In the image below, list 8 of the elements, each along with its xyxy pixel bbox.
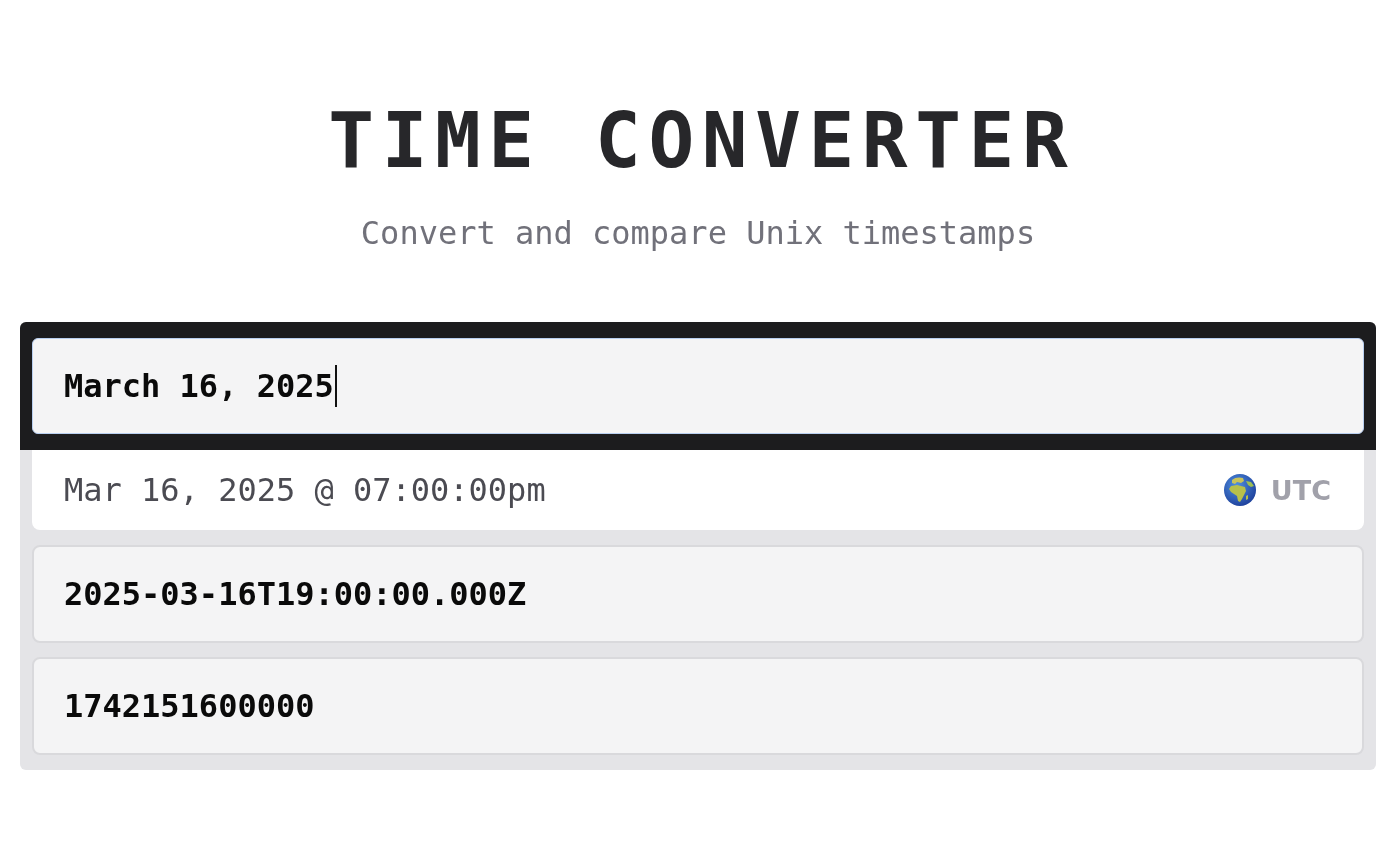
globe-icon xyxy=(1223,474,1256,506)
output-field[interactable]: 2025-03-16T19:00:00.000Z xyxy=(32,545,1364,643)
page-title: TIME CONVERTER xyxy=(327,103,1076,179)
date-input[interactable]: March 16, 2025 xyxy=(32,338,1364,434)
timezone-label: UTC xyxy=(1270,474,1331,506)
readable-date-text: Mar 16, 2025 @ 07:00:00pm xyxy=(64,471,546,509)
output-field[interactable]: 1742151600000 xyxy=(32,657,1364,755)
page-subtitle: Convert and compare Unix timestamps xyxy=(360,217,1036,249)
